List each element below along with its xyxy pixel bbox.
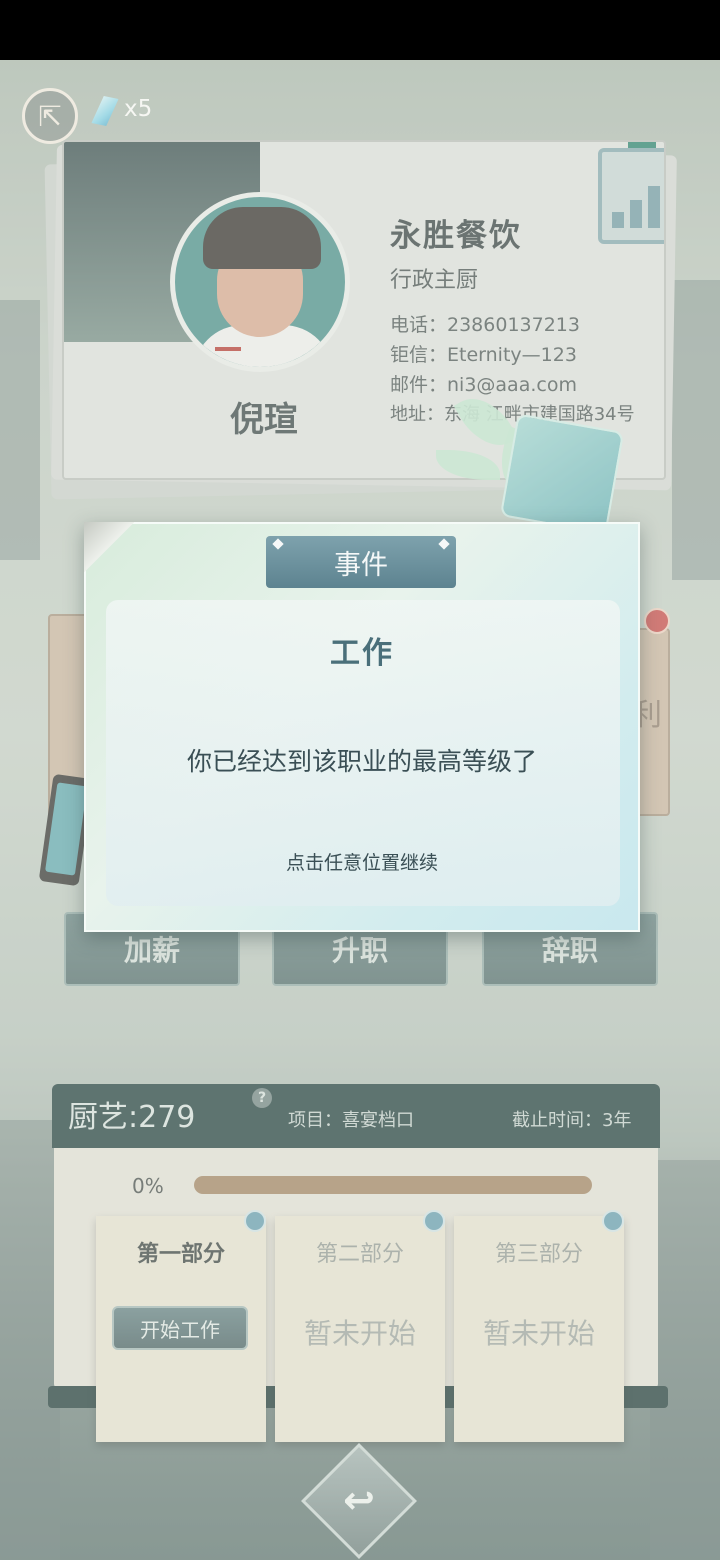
status-bar — [0, 0, 720, 60]
event-dialog[interactable]: 事件 工作 你已经达到该职业的最高等级了 点击任意位置继续 — [84, 522, 640, 932]
dialog-message: 你已经达到该职业的最高等级了 — [186, 747, 537, 776]
dialog-tab: 事件 — [266, 536, 456, 588]
continue-hint: 点击任意位置继续 — [285, 852, 438, 874]
dialog-heading: 工作 — [330, 636, 394, 671]
dialog-tab-label: 事件 — [334, 549, 388, 581]
